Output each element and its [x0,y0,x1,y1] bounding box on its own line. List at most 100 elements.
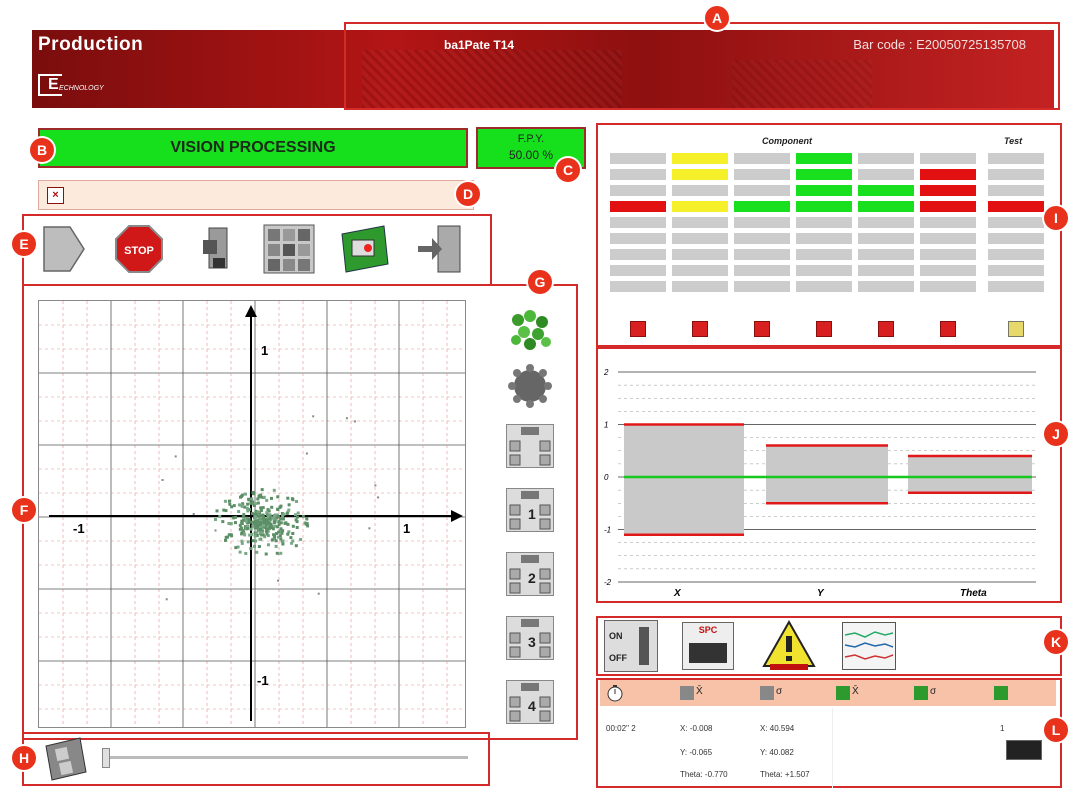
grid-cell[interactable] [734,265,790,276]
grid-cell[interactable] [672,217,728,228]
slider-track[interactable] [104,756,468,759]
grid-cell[interactable] [920,249,976,260]
callout-a: A [705,6,729,30]
y-tick-label: 1 [604,421,608,430]
grid-cell[interactable] [672,201,728,212]
grid-cell[interactable] [920,185,976,196]
grid-cell[interactable] [920,217,976,228]
grid-cell[interactable] [988,169,1044,180]
column-filter-icon[interactable] [754,321,770,337]
scatter-point [287,503,291,507]
grid-cell[interactable] [610,185,666,196]
grid-cell[interactable] [796,169,852,180]
grid-cell[interactable] [988,233,1044,244]
play-button[interactable] [36,222,90,276]
grid-cell[interactable] [920,201,976,212]
grid-cell[interactable] [734,249,790,260]
components-button[interactable] [504,304,556,354]
grid-cell[interactable] [858,217,914,228]
grid-cell[interactable] [610,169,666,180]
column-filter-icon[interactable] [692,321,708,337]
grid-cell[interactable] [734,217,790,228]
grid-cell[interactable] [796,185,852,196]
grid-cell[interactable] [796,153,852,164]
grid-cell[interactable] [672,233,728,244]
film-button[interactable] [40,736,92,782]
grid-cell[interactable] [988,265,1044,276]
scatter-point [256,497,260,501]
grid-cell[interactable] [920,169,976,180]
grid-cell[interactable] [672,169,728,180]
grid-cell[interactable] [734,201,790,212]
stop-button[interactable]: STOP [112,222,166,276]
scatter-point [244,492,247,496]
image-grid-button[interactable] [262,222,316,276]
component-gray-icon [508,364,552,408]
grid-cell[interactable] [610,153,666,164]
grid-cell[interactable] [734,281,790,292]
grid-cell[interactable] [988,249,1044,260]
column-filter-icon[interactable] [878,321,894,337]
grid-cell[interactable] [610,233,666,244]
grid-cell[interactable] [858,249,914,260]
warning-button[interactable] [762,619,816,672]
trend-button[interactable] [842,622,896,670]
grid-cell[interactable] [610,217,666,228]
component-button[interactable] [504,362,556,412]
camera-view-button-0[interactable] [506,424,554,468]
scatter-outlier [345,417,348,420]
grid-cell[interactable] [988,217,1044,228]
scatter-point [301,514,305,518]
grid-cell[interactable] [734,169,790,180]
column-filter-icon[interactable] [630,321,646,337]
column-filter-icon[interactable] [816,321,832,337]
grid-cell[interactable] [610,201,666,212]
table-header [600,680,1056,706]
grid-cell[interactable] [858,281,914,292]
grid-cell[interactable] [734,185,790,196]
on-off-switch[interactable]: ON OFF [604,620,658,672]
grid-cell[interactable] [988,281,1044,292]
scatter-point [238,550,242,554]
spc-button[interactable]: SPC [682,622,734,670]
grid-cell[interactable] [672,281,728,292]
y-tick-label: -2 [604,578,612,587]
grid-cell[interactable] [920,153,976,164]
grid-cell[interactable] [672,249,728,260]
board-button[interactable] [338,222,392,276]
grid-cell[interactable] [672,265,728,276]
grid-cell[interactable] [796,265,852,276]
grid-cell[interactable] [858,265,914,276]
grid-cell[interactable] [988,201,1044,212]
grid-cell[interactable] [672,153,728,164]
camera-button[interactable] [190,222,244,276]
grid-cell[interactable] [920,265,976,276]
grid-cell[interactable] [796,249,852,260]
filter-icon[interactable] [1008,321,1024,337]
grid-cell[interactable] [920,281,976,292]
exit-button[interactable] [414,222,468,276]
grid-cell[interactable] [796,281,852,292]
slider-thumb[interactable] [102,748,110,768]
tolerance-chart: 2 1 0 -1 -2 X Y Theta [596,350,1060,602]
grid-cell[interactable] [858,153,914,164]
grid-cell[interactable] [858,185,914,196]
grid-cell[interactable] [796,201,852,212]
grid-cell[interactable] [988,153,1044,164]
grid-cell[interactable] [858,169,914,180]
grid-cell[interactable] [858,201,914,212]
grid-cell[interactable] [610,249,666,260]
grid-cell[interactable] [610,265,666,276]
column-filter-icon[interactable] [940,321,956,337]
grid-cell[interactable] [920,233,976,244]
grid-cell[interactable] [672,185,728,196]
grid-cell[interactable] [988,185,1044,196]
scatter-point [234,546,238,550]
close-icon[interactable]: × [47,187,64,204]
grid-cell[interactable] [734,153,790,164]
grid-cell[interactable] [734,233,790,244]
grid-cell[interactable] [858,233,914,244]
grid-cell[interactable] [610,281,666,292]
grid-cell[interactable] [796,217,852,228]
grid-cell[interactable] [796,233,852,244]
